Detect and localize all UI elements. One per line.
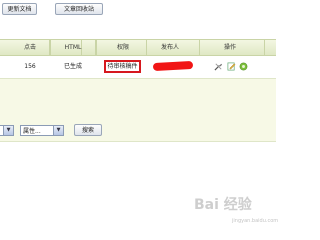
preview-icon[interactable] xyxy=(239,62,248,71)
permission-cell: 待审核稿件 xyxy=(104,60,141,73)
edit-icon[interactable] xyxy=(227,62,236,71)
toolbar: 更新文档 文章回收站 xyxy=(0,0,276,20)
clicks-cell: 156 xyxy=(24,63,36,70)
header-clicks-label: 点击 xyxy=(23,44,36,51)
header-permission-label: 权限 xyxy=(116,44,129,51)
update-document-button[interactable]: 更新文档 xyxy=(2,3,37,15)
chevron-down-icon: ▼ xyxy=(3,126,13,135)
table-row[interactable]: 156 已生成 待审核稿件 xyxy=(0,56,276,79)
attribute-select[interactable]: 属性... ▼ xyxy=(20,125,64,136)
category-select[interactable]: ▼ xyxy=(0,125,14,136)
baidu-jingyan-url: jingyan.baidu.com xyxy=(232,218,279,224)
attribute-select-value: 属性... xyxy=(23,128,41,135)
table-header: 点击 HTML 权限 发布人 操作 xyxy=(0,40,276,56)
publisher-redaction xyxy=(152,60,194,72)
header-html-label: HTML xyxy=(64,44,82,51)
chevron-down-icon: ▼ xyxy=(53,126,63,135)
article-recycle-bin-button[interactable]: 文章回收站 xyxy=(55,3,103,15)
header-actions-label: 操作 xyxy=(223,44,236,51)
search-button[interactable]: 搜索 xyxy=(74,124,102,136)
header-labels: 点击 HTML 权限 发布人 操作 xyxy=(0,40,276,55)
article-table: 点击 HTML 权限 发布人 操作 156 已生成 待审核稿件 xyxy=(0,39,276,122)
tools-icon[interactable] xyxy=(214,62,223,71)
html-status-cell: 已生成 xyxy=(63,63,82,70)
header-publisher-label: 发布人 xyxy=(160,44,179,51)
filter-bar: ▼ 属性... ▼ 搜索 xyxy=(0,124,276,140)
